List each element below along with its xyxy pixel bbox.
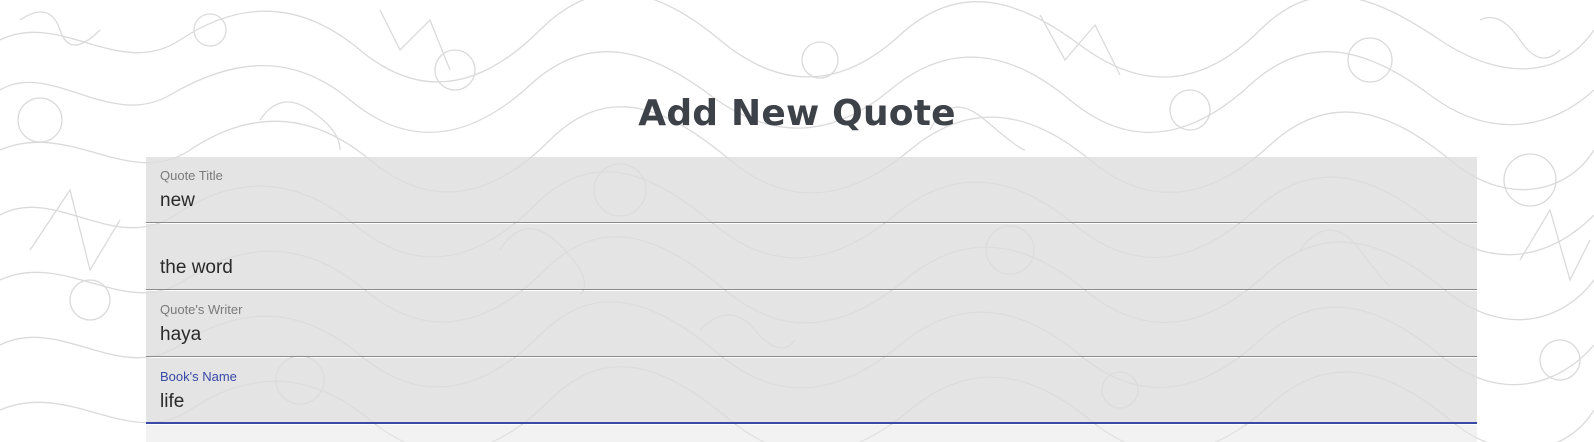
quote-writer-label: Quote's Writer bbox=[160, 302, 243, 317]
quote-writer-input[interactable] bbox=[160, 324, 1460, 346]
book-name-field[interactable]: Book's Name bbox=[146, 358, 1477, 424]
quote-text-input[interactable] bbox=[160, 257, 1460, 279]
quote-writer-field[interactable]: Quote's Writer bbox=[146, 291, 1477, 357]
quote-title-field[interactable]: Quote Title bbox=[146, 157, 1477, 223]
page-title: Add New Quote bbox=[638, 93, 956, 134]
book-name-input[interactable] bbox=[160, 391, 1460, 413]
quote-title-input[interactable] bbox=[160, 190, 1460, 212]
next-field-edge bbox=[146, 425, 1477, 442]
add-quote-form: Quote Title Quote's Writer Book's Name bbox=[146, 157, 1477, 424]
quote-title-label: Quote Title bbox=[160, 168, 223, 183]
quote-text-field[interactable] bbox=[146, 224, 1477, 290]
add-quote-page: Add New Quote Quote Title Quote's Writer… bbox=[0, 0, 1594, 442]
book-name-label: Book's Name bbox=[160, 369, 237, 384]
